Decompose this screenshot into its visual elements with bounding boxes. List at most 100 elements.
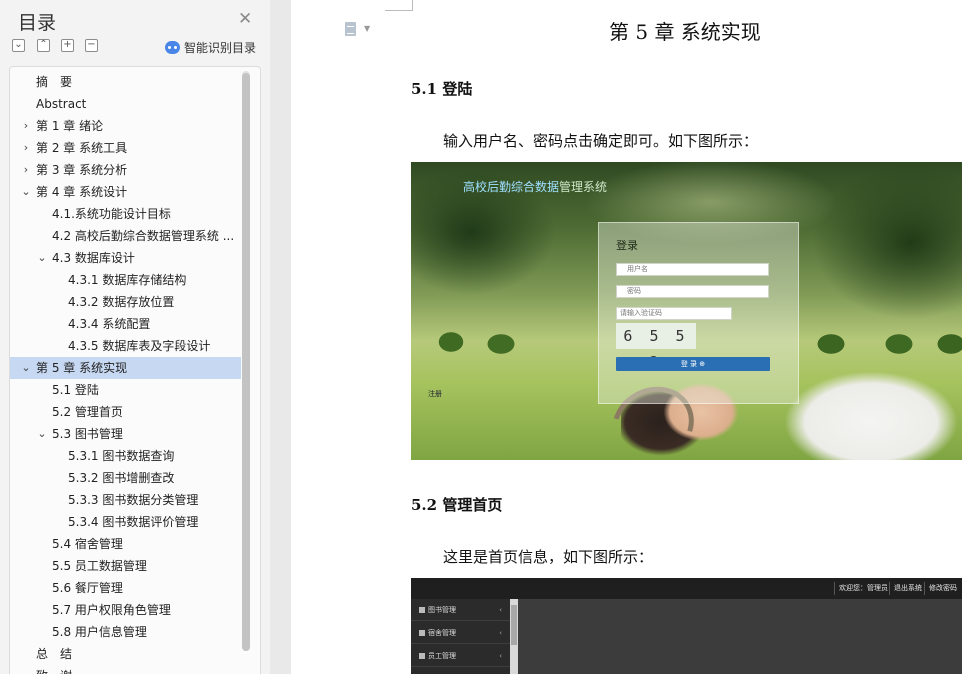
plus-box-icon[interactable]: +: [61, 39, 74, 52]
grid-icon: [419, 653, 425, 659]
captcha-image[interactable]: 6 5 5 2: [616, 323, 696, 371]
panel-gutter: [270, 0, 291, 674]
register-link[interactable]: 注册: [428, 389, 442, 399]
toc-item-label: 总 结: [36, 647, 73, 661]
toc-item[interactable]: 5.8 用户信息管理: [10, 621, 241, 643]
toc-item-label: 4.1.系统功能设计目标: [52, 207, 171, 221]
toc-item-label: 5.3.3 图书数据分类管理: [68, 493, 199, 507]
chevron-down-box-icon[interactable]: ⌄: [12, 39, 25, 52]
toc-item[interactable]: 5.3.3 图书数据分类管理: [10, 489, 241, 511]
chapter-heading: 第 5 章 系统实现: [609, 20, 761, 44]
toc-item-label: 4.3.2 数据存放位置: [68, 295, 175, 309]
chevron-down-icon[interactable]: ⌄: [36, 423, 48, 445]
toc-item[interactable]: 4.1.系统功能设计目标: [10, 203, 241, 225]
toc-item[interactable]: 5.5 员工数据管理: [10, 555, 241, 577]
toc-item[interactable]: ⌄ 第 4 章 系统设计: [10, 181, 241, 203]
toc-item[interactable]: 4.3.5 数据库表及字段设计: [10, 335, 241, 357]
chevron-down-icon[interactable]: ⌄: [20, 357, 32, 379]
smart-toc-button[interactable]: 智能识别目录: [165, 39, 256, 55]
admin-home-screenshot: 欢迎您：管理员 退出系统 修改密码 图书管理 ‹ 宿舍管理 ‹ 员工管理 ‹: [411, 578, 962, 674]
toc-item-label: 5.1 登陆: [52, 383, 99, 397]
admin-menu-dorm[interactable]: 宿舍管理 ‹: [411, 622, 510, 644]
toc-item[interactable]: 摘 要: [10, 71, 241, 93]
toc-item-label: 4.3.4 系统配置: [68, 317, 151, 331]
password-field[interactable]: 密码: [616, 285, 769, 298]
toc-item[interactable]: 5.1 登陆: [10, 379, 241, 401]
toc-item-label: 5.3 图书管理: [52, 427, 123, 441]
toc-item-label: 5.5 员工数据管理: [52, 559, 147, 573]
toc-scrollbar-thumb[interactable]: [242, 73, 250, 651]
toc-item[interactable]: 4.3.2 数据存放位置: [10, 291, 241, 313]
toc-list: 摘 要 Abstract › 第 1 章 绪论 › 第 2 章 系统工具 › 第 3 章 系统…: [9, 66, 261, 674]
smart-toc-label: 智能识别目录: [184, 40, 257, 55]
login-button[interactable]: 登 录 ⊕: [616, 357, 770, 371]
toc-panel: 目录 ✕ ⌄ ⌃ + − 智能识别目录 摘 要 Abstract › 第 1 章 绪论…: [0, 0, 270, 674]
chevron-left-icon: ‹: [499, 652, 502, 660]
toc-item[interactable]: 总 结: [10, 643, 241, 665]
toc-item-label: 5.3.2 图书增删查改: [68, 471, 175, 485]
toc-item[interactable]: 4.3.1 数据库存储结构: [10, 269, 241, 291]
chevron-down-icon[interactable]: ⌄: [36, 247, 48, 269]
caret-down-icon[interactable]: ▼: [364, 24, 370, 33]
chevron-left-icon: ‹: [499, 606, 502, 614]
admin-sidebar-scrollbar[interactable]: [510, 599, 518, 674]
toc-item-label: 第 4 章 系统设计: [36, 185, 128, 199]
login-form-title: 登录: [616, 239, 638, 252]
admin-logout-link[interactable]: 退出系统: [889, 582, 922, 595]
toc-item-label: 5.6 餐厅管理: [52, 581, 123, 595]
page-corner-mark: [385, 0, 413, 11]
document-icon[interactable]: [345, 22, 356, 36]
toc-item[interactable]: ⌄ 4.3 数据库设计: [10, 247, 241, 269]
toc-item-label: 5.4 宿舍管理: [52, 537, 123, 551]
toc-item-label: 5.2 管理首页: [52, 405, 123, 419]
chevron-right-icon[interactable]: ›: [20, 137, 32, 159]
site-title: 高校后勤综合数据管理系统: [463, 180, 608, 194]
admin-menu-books[interactable]: 图书管理 ‹: [411, 599, 510, 621]
toc-item-label: Abstract: [36, 97, 87, 111]
login-form: 登录 用户名 密码 请输入验证码 6 5 5 2 登 录 ⊕: [598, 222, 799, 404]
toc-item-label: 4.3.5 数据库表及字段设计: [68, 339, 211, 353]
toc-item-label: 5.3.1 图书数据查询: [68, 449, 175, 463]
toc-item[interactable]: › 第 1 章 绪论: [10, 115, 241, 137]
toc-item[interactable]: Abstract: [10, 93, 241, 115]
toc-title: 目录: [18, 12, 57, 34]
toc-item-label: 第 2 章 系统工具: [36, 141, 128, 155]
admin-menu-staff[interactable]: 员工管理 ‹: [411, 645, 510, 667]
admin-change-password-link[interactable]: 修改密码: [924, 582, 957, 595]
grid-icon: [419, 607, 425, 613]
login-screenshot-image: 高校后勤综合数据管理系统 登录 用户名 密码 请输入验证码 6 5 5 2 登 …: [411, 162, 962, 460]
toc-item[interactable]: 5.7 用户权限角色管理: [10, 599, 241, 621]
toc-item[interactable]: 5.3.2 图书增删查改: [10, 467, 241, 489]
captcha-field[interactable]: 请输入验证码: [616, 307, 732, 320]
toc-item[interactable]: › 第 2 章 系统工具: [10, 137, 241, 159]
chevron-up-box-icon[interactable]: ⌃: [37, 39, 50, 52]
toc-item-label: 摘 要: [36, 75, 73, 89]
close-icon[interactable]: ✕: [238, 9, 252, 29]
username-field[interactable]: 用户名: [616, 263, 769, 276]
chevron-right-icon[interactable]: ›: [20, 115, 32, 137]
toc-item[interactable]: ⌄ 5.3 图书管理: [10, 423, 241, 445]
admin-welcome: 欢迎您：管理员: [834, 582, 888, 595]
document-page: ▼ 第 5 章 系统实现 5.1 登陆 输入用户名、密码点击确定即可。如下图所示…: [291, 0, 962, 674]
toc-item-label: 5.3.4 图书数据评价管理: [68, 515, 199, 529]
paragraph-home: 这里是首页信息，如下图所示：: [443, 548, 654, 566]
toc-scrollbar[interactable]: [242, 71, 250, 651]
toc-item-label: 第 1 章 绪论: [36, 119, 104, 133]
toc-item[interactable]: ⌄ 第 5 章 系统实现: [10, 357, 241, 379]
toc-item[interactable]: 5.3.1 图书数据查询: [10, 445, 241, 467]
toc-item[interactable]: › 第 3 章 系统分析: [10, 159, 241, 181]
toc-item[interactable]: 4.3.4 系统配置: [10, 313, 241, 335]
toc-item[interactable]: 5.2 管理首页: [10, 401, 241, 423]
toc-item[interactable]: 4.2 高校后勤综合数据管理系统 ...: [10, 225, 241, 247]
section-heading-home: 5.2 管理首页: [411, 496, 503, 514]
chevron-right-icon[interactable]: ›: [20, 159, 32, 181]
toc-item[interactable]: 5.4 宿舍管理: [10, 533, 241, 555]
toc-item[interactable]: 5.3.4 图书数据评价管理: [10, 511, 241, 533]
toc-item-label: 5.7 用户权限角色管理: [52, 603, 171, 617]
minus-box-icon[interactable]: −: [85, 39, 98, 52]
toc-item-label: 4.2 高校后勤综合数据管理系统 ...: [52, 229, 235, 243]
toc-item[interactable]: 5.6 餐厅管理: [10, 577, 241, 599]
toc-item[interactable]: 致 谢: [10, 665, 241, 674]
chevron-down-icon[interactable]: ⌄: [20, 181, 32, 203]
toc-item-label: 第 5 章 系统实现: [36, 361, 128, 375]
